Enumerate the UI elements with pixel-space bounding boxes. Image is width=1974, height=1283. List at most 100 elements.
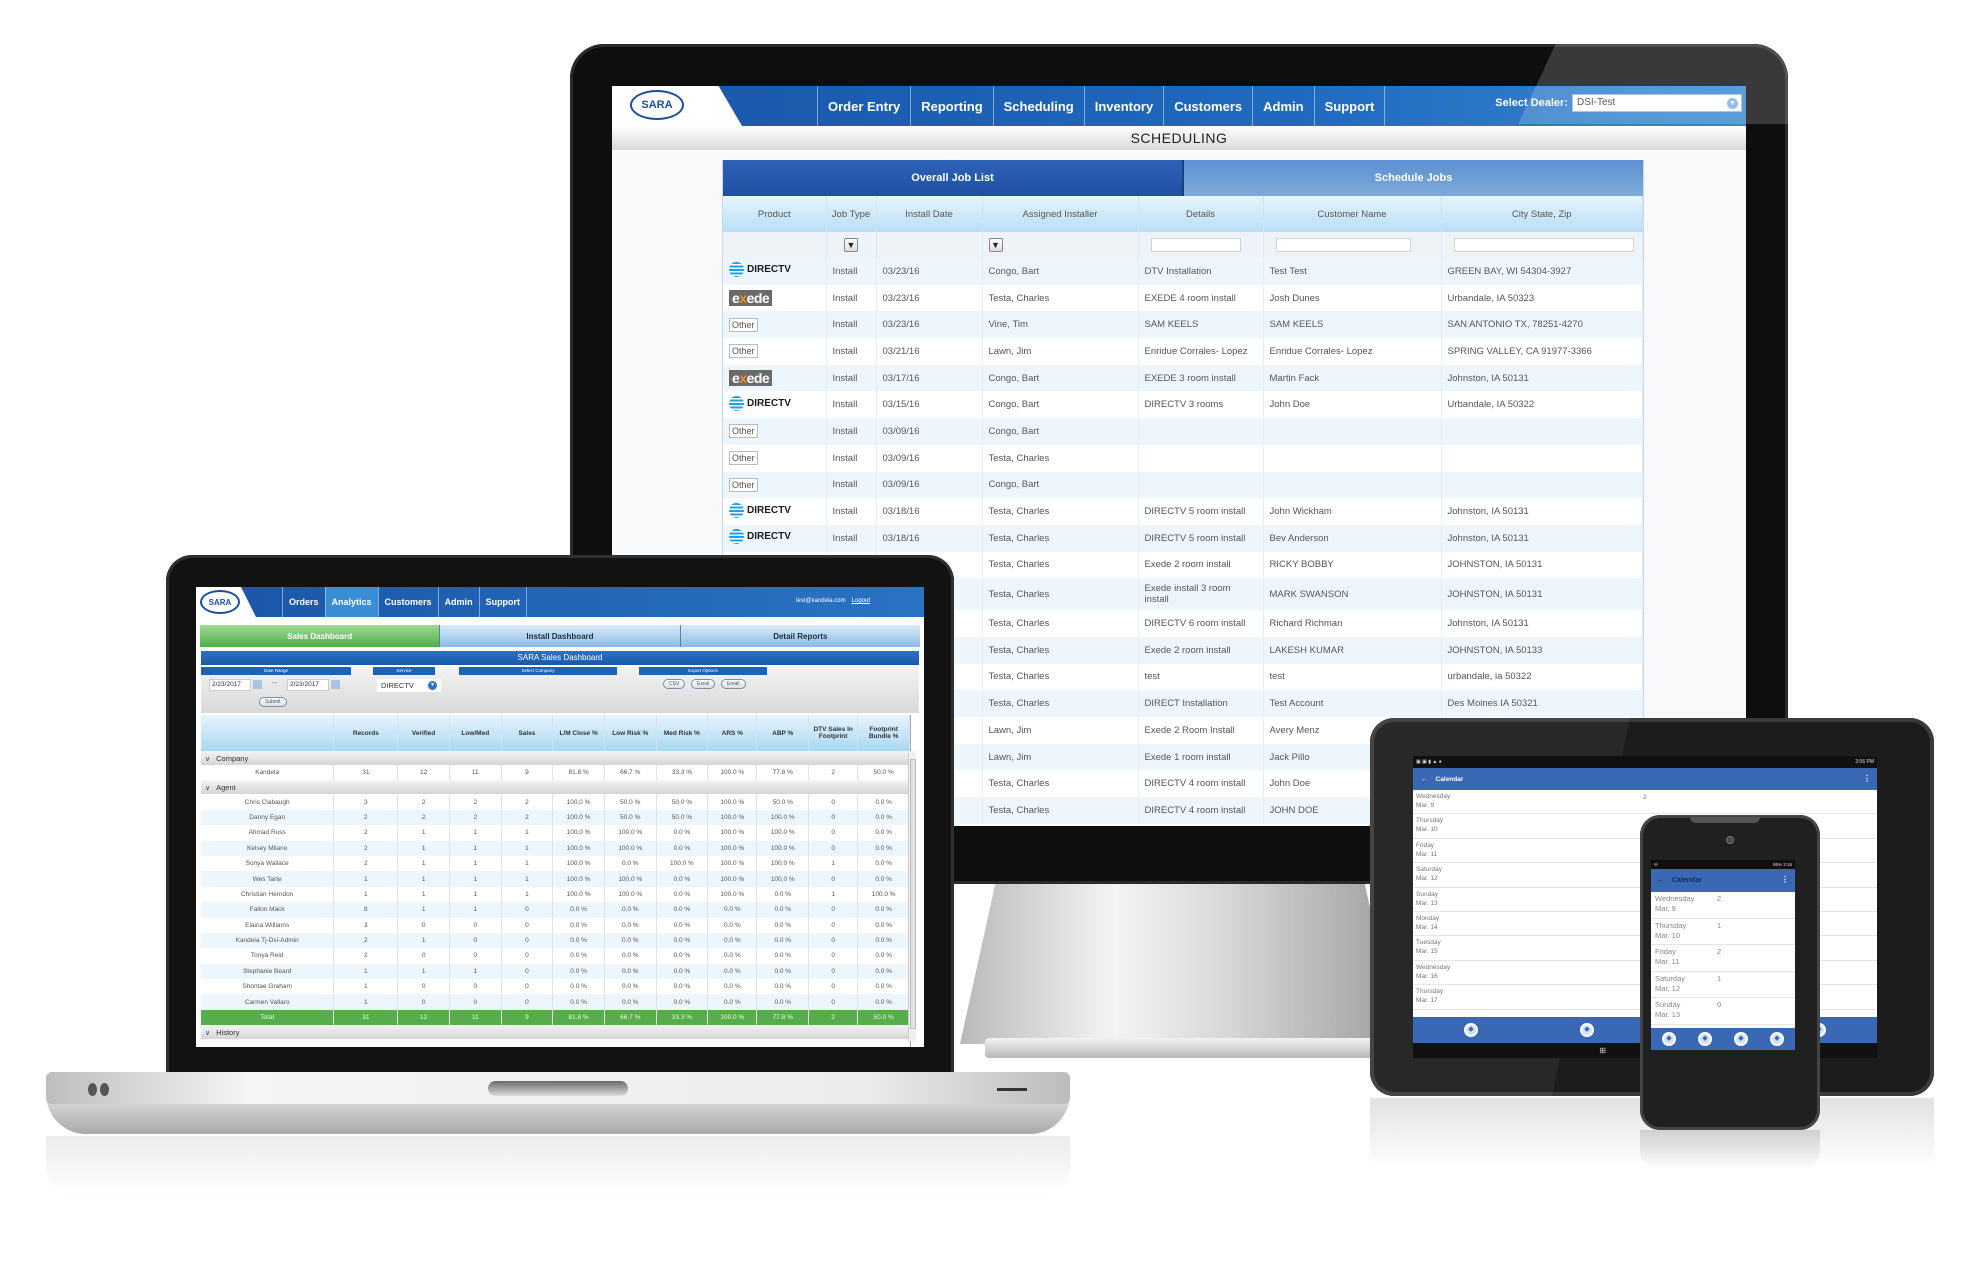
- filter-icon[interactable]: ▼: [844, 238, 858, 252]
- nav-item-admin[interactable]: Admin: [437, 587, 479, 617]
- chevron-down-icon[interactable]: ∨: [205, 785, 210, 792]
- column-header[interactable]: Assigned Installer: [982, 196, 1139, 232]
- nav-item-admin[interactable]: Admin: [1252, 86, 1313, 126]
- nav-item-scheduling[interactable]: Scheduling: [992, 86, 1084, 126]
- column-header[interactable]: ARS %: [707, 715, 758, 751]
- home-icon[interactable]: ◆: [1698, 1032, 1712, 1046]
- column-header[interactable]: Records: [333, 715, 399, 751]
- column-header[interactable]: Job Type: [826, 196, 877, 232]
- group-row[interactable]: ∨ Company: [201, 751, 910, 765]
- value-cell: 0.0 %: [756, 886, 810, 903]
- scrollbar[interactable]: [908, 751, 916, 1041]
- column-header[interactable]: Verified: [397, 715, 450, 751]
- back-arrow-icon[interactable]: ←: [1421, 776, 1428, 783]
- calendar-day-row[interactable]: Thursday Mar. 10 1: [1651, 919, 1795, 945]
- logout-link[interactable]: Logout: [852, 598, 870, 604]
- nav-item-customers[interactable]: Customers: [377, 587, 438, 617]
- column-header[interactable]: Details: [1138, 196, 1264, 232]
- calendar-icon[interactable]: [331, 680, 340, 689]
- group-header[interactable]: ∨ Agent: [201, 780, 910, 795]
- calendar-day-row[interactable]: Wednesday Mar. 92: [1413, 790, 1877, 815]
- column-header[interactable]: Footprint Bundle %: [857, 715, 910, 751]
- nav-item-order-entry[interactable]: Order Entry: [817, 86, 910, 126]
- date-from-input[interactable]: 2/23/2017: [209, 679, 251, 691]
- column-header[interactable]: ABP %: [756, 715, 810, 751]
- csv-button[interactable]: CSV: [663, 679, 686, 689]
- column-header[interactable]: Med Risk %: [656, 715, 709, 751]
- recent-apps-icon[interactable]: ⊞: [1599, 1046, 1606, 1055]
- email-button[interactable]: Email: [721, 679, 746, 689]
- nav-item-support[interactable]: Support: [1313, 86, 1386, 126]
- column-header[interactable]: Product: [723, 196, 827, 232]
- group-row[interactable]: ∨ Agent: [201, 780, 910, 795]
- chevron-down-icon[interactable]: ∨: [205, 1030, 210, 1037]
- sync-icon[interactable]: ◆: [1662, 1032, 1676, 1046]
- tab-sales-dashboard[interactable]: Sales Dashboard: [200, 625, 440, 647]
- column-header[interactable]: Low Risk %: [604, 715, 657, 751]
- column-header[interactable]: Low/Med: [449, 715, 502, 751]
- nav-item-customers[interactable]: Customers: [1163, 86, 1252, 126]
- back-arrow-icon[interactable]: ←: [1657, 877, 1664, 884]
- table-row[interactable]: exede Install 03/17/16 Congo, Bart EXEDE 3 r…: [723, 364, 1643, 392]
- home-icon[interactable]: ◆: [1580, 1023, 1594, 1037]
- city-filter-input[interactable]: [1453, 238, 1634, 252]
- tab-overall-job-list[interactable]: Overall Job List: [723, 160, 1182, 196]
- calendar-day-row[interactable]: Saturday Mar. 12 1: [1651, 972, 1795, 998]
- schedule-icon[interactable]: ◆: [1734, 1032, 1748, 1046]
- customer-filter-input[interactable]: [1275, 238, 1411, 252]
- table-row[interactable]: DIRECTV Install 03/18/16 Testa, Charles DIRE…: [723, 524, 1643, 552]
- group-row[interactable]: ∨ History: [201, 1025, 910, 1040]
- table-row[interactable]: Other Install 03/09/16 Congo, Bart: [723, 418, 1643, 445]
- table-row[interactable]: exede Install 03/23/16 Testa, Charles EXEDE …: [723, 284, 1643, 312]
- column-header[interactable]: Sales: [501, 715, 554, 751]
- calendar-icon[interactable]: [253, 680, 262, 689]
- nav-item-reporting[interactable]: Reporting: [910, 86, 992, 126]
- date-cell: 03/18/16: [876, 524, 983, 552]
- tab-detail-reports[interactable]: Detail Reports: [679, 625, 920, 647]
- tab-schedule-jobs[interactable]: Schedule Jobs: [1182, 160, 1643, 196]
- table-row[interactable]: DIRECTV Install 03/15/16 Congo, Bart DIRECTV…: [723, 391, 1643, 419]
- nav-item-orders[interactable]: Orders: [282, 587, 325, 617]
- value-cell: 2: [333, 809, 399, 826]
- nav-item-analytics[interactable]: Analytics: [324, 587, 378, 617]
- filter-icon[interactable]: ▼: [988, 238, 1003, 252]
- column-header[interactable]: Install Date: [876, 196, 983, 232]
- column-header[interactable]: City State, Zip: [1441, 196, 1643, 232]
- group-header[interactable]: ∨ History: [201, 1025, 910, 1040]
- nav-item-support[interactable]: Support: [478, 587, 528, 617]
- service-select[interactable]: DIRECTV ▼: [377, 679, 441, 692]
- value-cell: 0.0 %: [756, 963, 810, 980]
- refresh-icon[interactable]: ◆: [1770, 1032, 1784, 1046]
- group-header[interactable]: ∨ Company: [201, 751, 910, 765]
- column-header[interactable]: Customer Name: [1263, 196, 1442, 232]
- table-row[interactable]: DIRECTV Install 03/23/16 Congo, Bart DTV Ins…: [723, 258, 1643, 285]
- table-row[interactable]: Other Install 03/23/16 Vine, Tim SAM KEELS SA…: [723, 311, 1643, 339]
- table-row[interactable]: Other Install 03/09/16 Congo, Bart: [723, 471, 1643, 499]
- calendar-day-row[interactable]: Wednesday Mar. 92: [1651, 892, 1795, 919]
- date-to-input[interactable]: 2/23/2017: [287, 679, 329, 691]
- excel-button[interactable]: Excel: [691, 679, 716, 689]
- sara-logo[interactable]: SARA: [630, 90, 684, 120]
- nav-item-inventory[interactable]: Inventory: [1083, 86, 1164, 126]
- more-vert-icon[interactable]: ⋮: [1863, 774, 1871, 783]
- calendar-day-row[interactable]: Friday Mar. 11 2: [1651, 945, 1795, 972]
- sync-icon[interactable]: ◆: [1464, 1023, 1478, 1037]
- more-vert-icon[interactable]: ⋮: [1781, 875, 1789, 884]
- chevron-down-icon[interactable]: ∨: [205, 756, 210, 763]
- table-row[interactable]: DIRECTV Install 03/18/16 Testa, Charles DIRE…: [723, 498, 1643, 525]
- column-header[interactable]: DTV Sales In Footprint: [808, 715, 859, 751]
- scrollbar-thumb[interactable]: [910, 759, 916, 1029]
- table-row[interactable]: Other Install 03/09/16 Testa, Charles: [723, 444, 1643, 472]
- chevron-down-icon[interactable]: ▼: [1727, 98, 1738, 109]
- sara-logo[interactable]: SARA: [200, 590, 240, 614]
- tab-install-dashboard[interactable]: Install Dashboard: [439, 625, 680, 647]
- table-row[interactable]: Other Install 03/21/16 Lawn, Jim Enridue Cor…: [723, 338, 1643, 365]
- value-cell: 8: [333, 902, 399, 918]
- dealer-select[interactable]: DSI-Test ▼: [1572, 94, 1742, 112]
- calendar-day-row[interactable]: Sunday Mar. 13 0: [1651, 998, 1795, 1025]
- column-header[interactable]: [201, 715, 335, 751]
- column-header[interactable]: L/M Close %: [552, 715, 605, 751]
- chevron-down-icon[interactable]: ▼: [428, 681, 437, 690]
- details-filter-input[interactable]: [1150, 238, 1241, 252]
- submit-button[interactable]: Submit: [259, 697, 287, 707]
